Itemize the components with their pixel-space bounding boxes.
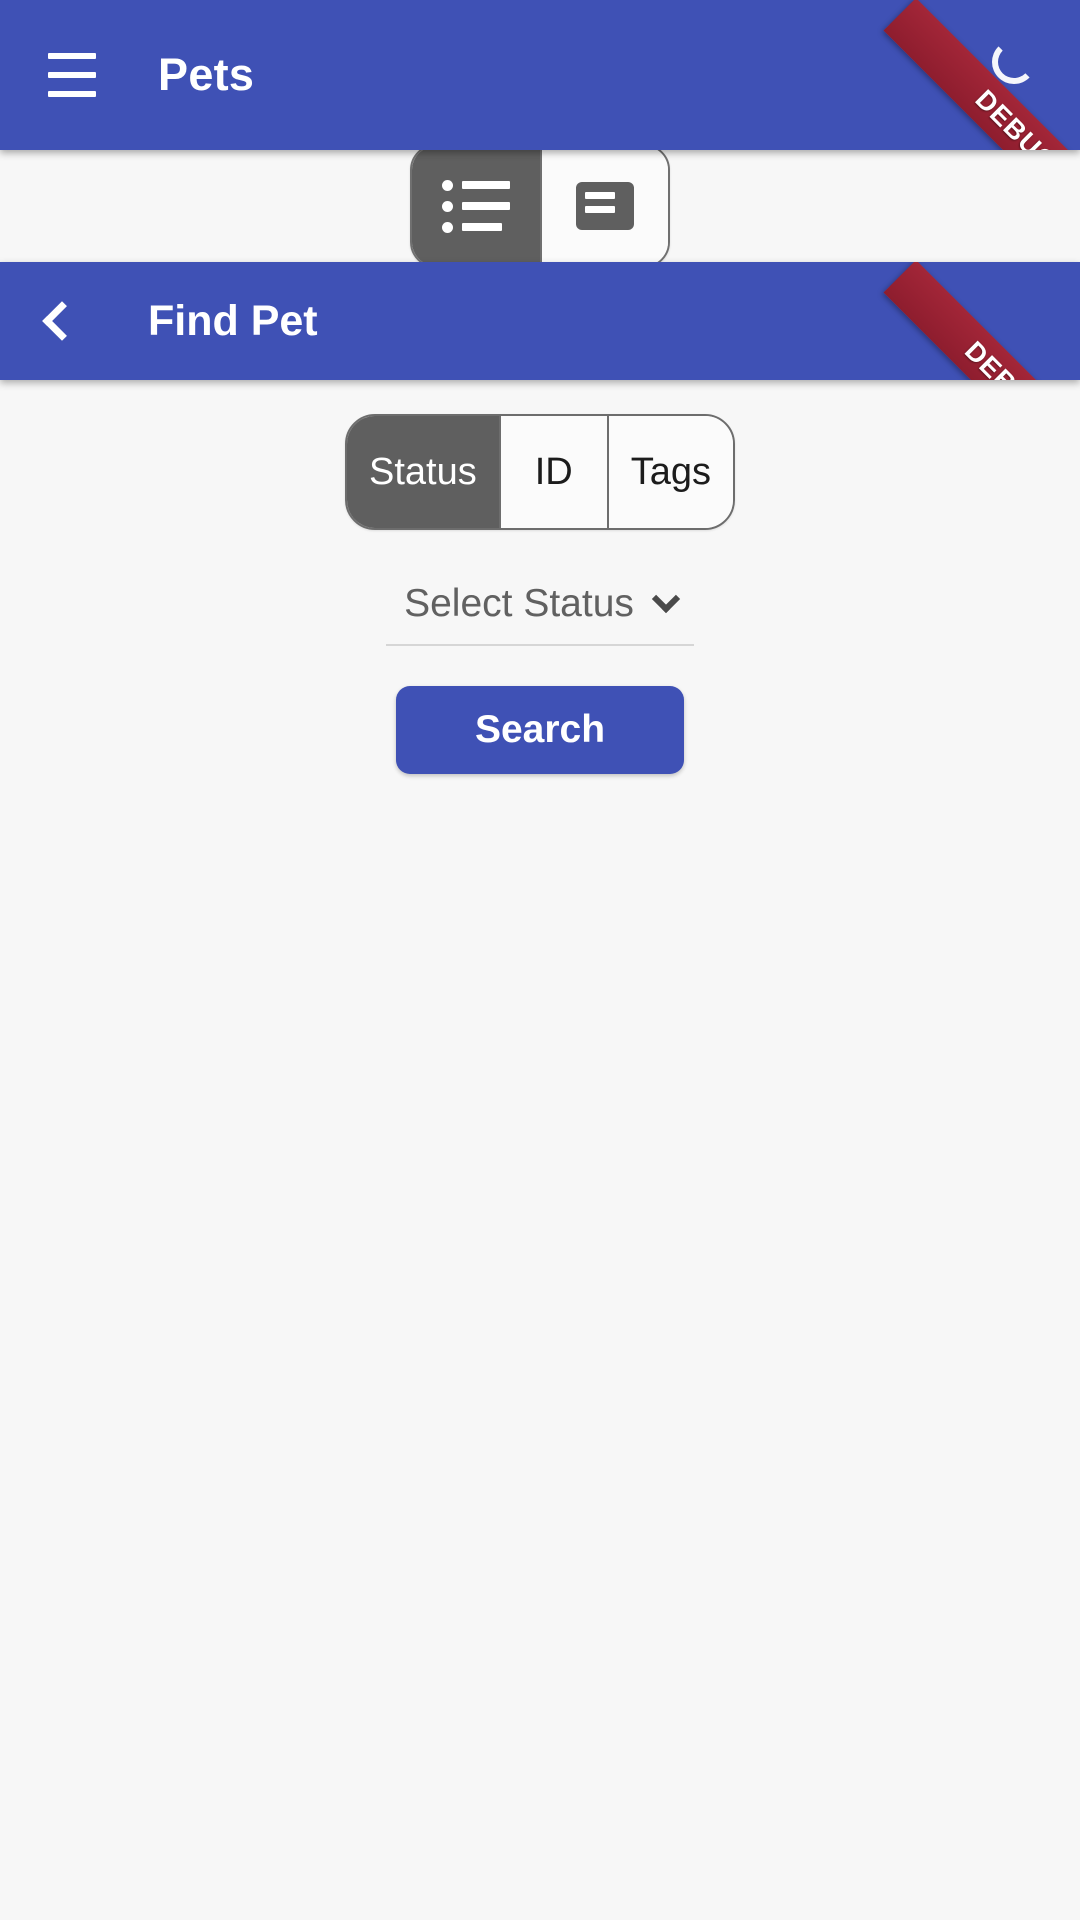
- find-pet-app-bar: Find Pet DEBUG: [0, 262, 1080, 380]
- view-toggle-zone: [0, 144, 1080, 268]
- menu-line-3: [48, 91, 96, 97]
- menu-line-2: [48, 72, 96, 78]
- list-row-2: [442, 200, 510, 212]
- view-toggle-list[interactable]: [412, 146, 540, 266]
- search-mode-id-label: ID: [534, 450, 573, 493]
- find-pet-title: Find Pet: [148, 296, 318, 345]
- search-mode-tags-label: Tags: [630, 450, 711, 493]
- list-row-3: [442, 221, 510, 233]
- menu-line-1: [48, 53, 96, 59]
- app-screen: Pets DEBUG Find Pet Status ID Tags Selec…: [0, 0, 1080, 1920]
- list-bullet: [442, 179, 453, 191]
- search-mode-id[interactable]: ID: [498, 416, 607, 528]
- list-row-1: [442, 179, 510, 191]
- chevron-left-icon: [42, 301, 82, 341]
- debug-ribbon-sub: DEBUG: [870, 262, 1080, 380]
- list-bullet: [442, 200, 453, 212]
- card-line-2: [585, 206, 615, 213]
- page-title: Pets: [158, 49, 255, 100]
- find-pet-form: Status ID Tags Select Status Search: [0, 380, 1080, 774]
- search-button[interactable]: Search: [396, 686, 684, 774]
- loading-spinner-icon: [992, 40, 1036, 84]
- chevron-down-icon: [651, 584, 681, 614]
- search-mode-tags[interactable]: Tags: [606, 416, 733, 528]
- debug-ribbon-label: DEBUG: [883, 0, 1080, 150]
- view-mode-toggle-group: [410, 144, 670, 268]
- status-dropdown-value: Select Status: [404, 582, 634, 625]
- hamburger-menu-icon[interactable]: [24, 27, 120, 123]
- list-bullet: [442, 221, 453, 233]
- list-view-icon: [442, 179, 510, 233]
- search-mode-toggle-group: Status ID Tags: [344, 414, 735, 530]
- search-mode-status[interactable]: Status: [346, 416, 499, 528]
- status-dropdown[interactable]: Select Status: [386, 582, 694, 646]
- view-toggle-card[interactable]: [540, 146, 668, 266]
- top-app-bar: Pets DEBUG: [0, 0, 1080, 150]
- list-line: [462, 223, 502, 231]
- debug-ribbon-top: DEBUG: [870, 0, 1080, 150]
- search-mode-status-label: Status: [368, 450, 477, 493]
- list-line: [462, 202, 510, 210]
- debug-ribbon-label: DEBUG: [883, 262, 1080, 380]
- card-line-1: [585, 192, 615, 199]
- list-line: [462, 181, 510, 189]
- back-button[interactable]: [12, 275, 104, 367]
- card-view-icon: [576, 182, 634, 230]
